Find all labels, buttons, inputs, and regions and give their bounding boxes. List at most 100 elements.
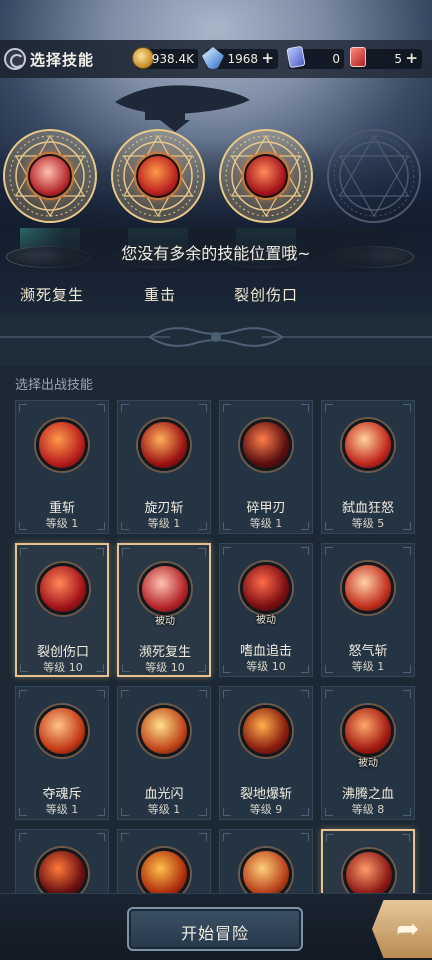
card-corner-ornament — [325, 690, 333, 698]
skill-name: 裂创伤口 — [36, 645, 89, 660]
ticket-icon — [286, 45, 306, 69]
crystal-icon — [202, 47, 224, 69]
card-corner-ornament — [301, 690, 309, 698]
equipped-slot-2[interactable] — [110, 128, 206, 224]
skill-icon — [342, 419, 394, 471]
gold-coin-icon — [132, 47, 154, 69]
empty-slot[interactable] — [326, 128, 422, 224]
card-corner-ornament — [122, 548, 130, 556]
skill-level: 等级 10 — [246, 660, 286, 673]
skill-name: 嗜血追击 — [239, 644, 292, 659]
rend-wound-icon — [244, 154, 288, 198]
skill-menu-icon — [4, 48, 26, 70]
start-adventure-button[interactable]: 开始冒险 — [127, 907, 303, 951]
skill-card[interactable]: 旋刃斩 等级 1 — [117, 400, 211, 534]
ornament-divider — [0, 315, 432, 359]
skill-card[interactable]: 怒气斩 等级 1 — [321, 543, 415, 677]
card-corner-ornament — [198, 548, 206, 556]
ticket-counter: 0 — [286, 45, 344, 69]
skill-name: 濒死复生 — [138, 645, 191, 660]
skill-name: 弑血狂怒 — [341, 501, 394, 516]
card-corner-ornament — [326, 834, 334, 842]
add-crystal-button[interactable]: + — [261, 49, 274, 67]
card-corner-ornament — [301, 833, 309, 841]
heavy-strike-icon — [136, 154, 180, 198]
skill-name: 旋刃斩 — [144, 501, 184, 516]
skill-level: 等级 1 — [351, 660, 385, 673]
skill-card[interactable]: 被动 沸腾之血 等级 8 — [321, 686, 415, 820]
skill-name: 裂地爆斩 — [239, 787, 292, 802]
card-corner-ornament — [223, 404, 231, 412]
section-title: 选择出战技能 — [15, 378, 94, 393]
card-corner-ornament — [19, 690, 27, 698]
skill-card[interactable]: 被动濒死复生 等级 10 — [117, 543, 211, 677]
card-corner-ornament — [223, 690, 231, 698]
skill-name: 血光闪 — [144, 787, 184, 802]
share-arrow-icon: ➦ — [396, 912, 420, 945]
skill-level: 等级 1 — [147, 803, 181, 816]
page-title: 选择技能 — [30, 51, 95, 69]
skill-name: 怒气斩 — [348, 644, 388, 659]
skill-icon — [139, 563, 191, 615]
add-card-button[interactable]: + — [405, 49, 418, 67]
card-corner-ornament — [20, 548, 28, 556]
card-corner-ornament — [301, 404, 309, 412]
skill-icon — [138, 705, 190, 757]
skill-level: 等级 9 — [249, 803, 283, 816]
skill-level: 等级 10 — [145, 661, 185, 674]
card-corner-ornament — [96, 548, 104, 556]
share-button[interactable]: ➦ — [372, 900, 432, 958]
skill-card[interactable]: 被动嗜血追击 等级 10 — [219, 543, 313, 677]
slot-label-1: 濒死复生 — [19, 286, 84, 304]
card-icon — [350, 47, 366, 67]
card-corner-ornament — [325, 547, 333, 555]
card-corner-ornament — [325, 404, 333, 412]
card-corner-ornament — [403, 547, 411, 555]
skill-card[interactable]: 弑血狂怒 等级 5 — [321, 400, 415, 534]
skill-card[interactable]: 裂创伤口 等级 10 — [15, 543, 109, 677]
equipped-slot-1[interactable] — [2, 128, 98, 224]
card-corner-ornament — [223, 547, 231, 555]
skill-level: 等级 1 — [45, 517, 79, 530]
passive-badge: 被动 — [155, 616, 175, 627]
notice-banner: 您没有多余的技能位置哦~ — [0, 228, 432, 272]
card-corner-ornament — [402, 834, 410, 842]
crystal-counter: 1968 + — [202, 47, 278, 69]
card-corner-ornament — [121, 833, 129, 841]
card-corner-ornament — [301, 547, 309, 555]
card-corner-ornament — [19, 833, 27, 841]
card-corner-ornament — [97, 404, 105, 412]
card-corner-ornament — [97, 690, 105, 698]
card-corner-ornament — [403, 404, 411, 412]
near-death-revive-icon — [28, 154, 72, 198]
skill-card[interactable]: 夺魂斥 等级 1 — [15, 686, 109, 820]
card-corner-ornament — [121, 404, 129, 412]
skill-name: 夺魂斥 — [42, 787, 82, 802]
skill-card[interactable]: 裂地爆斩 等级 9 — [219, 686, 313, 820]
card-corner-ornament — [19, 404, 27, 412]
card-corner-ornament — [97, 833, 105, 841]
notice-text: 您没有多余的技能位置哦~ — [121, 244, 311, 263]
equipped-slot-3[interactable] — [218, 128, 314, 224]
card-corner-ornament — [199, 404, 207, 412]
skill-icon — [138, 419, 190, 471]
skill-level: 等级 1 — [147, 517, 181, 530]
skill-card[interactable]: 血光闪 等级 1 — [117, 686, 211, 820]
skill-icon — [37, 563, 89, 615]
passive-badge: 被动 — [256, 615, 276, 626]
slot-label-2: 重击 — [143, 286, 176, 304]
skill-icon — [36, 419, 88, 471]
skill-card[interactable]: 重斩 等级 1 — [15, 400, 109, 534]
card-corner-ornament — [403, 690, 411, 698]
skill-level: 等级 1 — [249, 517, 283, 530]
skill-icon — [36, 705, 88, 757]
card-corner-ornament — [121, 690, 129, 698]
skill-icon — [240, 562, 292, 614]
airship-silhouette — [115, 85, 250, 132]
start-adventure-label: 开始冒险 — [180, 924, 249, 943]
card-corner-ornament — [199, 690, 207, 698]
gold-counter: 938.4K — [132, 47, 198, 69]
skill-name: 沸腾之血 — [341, 787, 394, 802]
skill-card[interactable]: 碎甲刃 等级 1 — [219, 400, 313, 534]
skill-name: 重斩 — [48, 501, 75, 516]
